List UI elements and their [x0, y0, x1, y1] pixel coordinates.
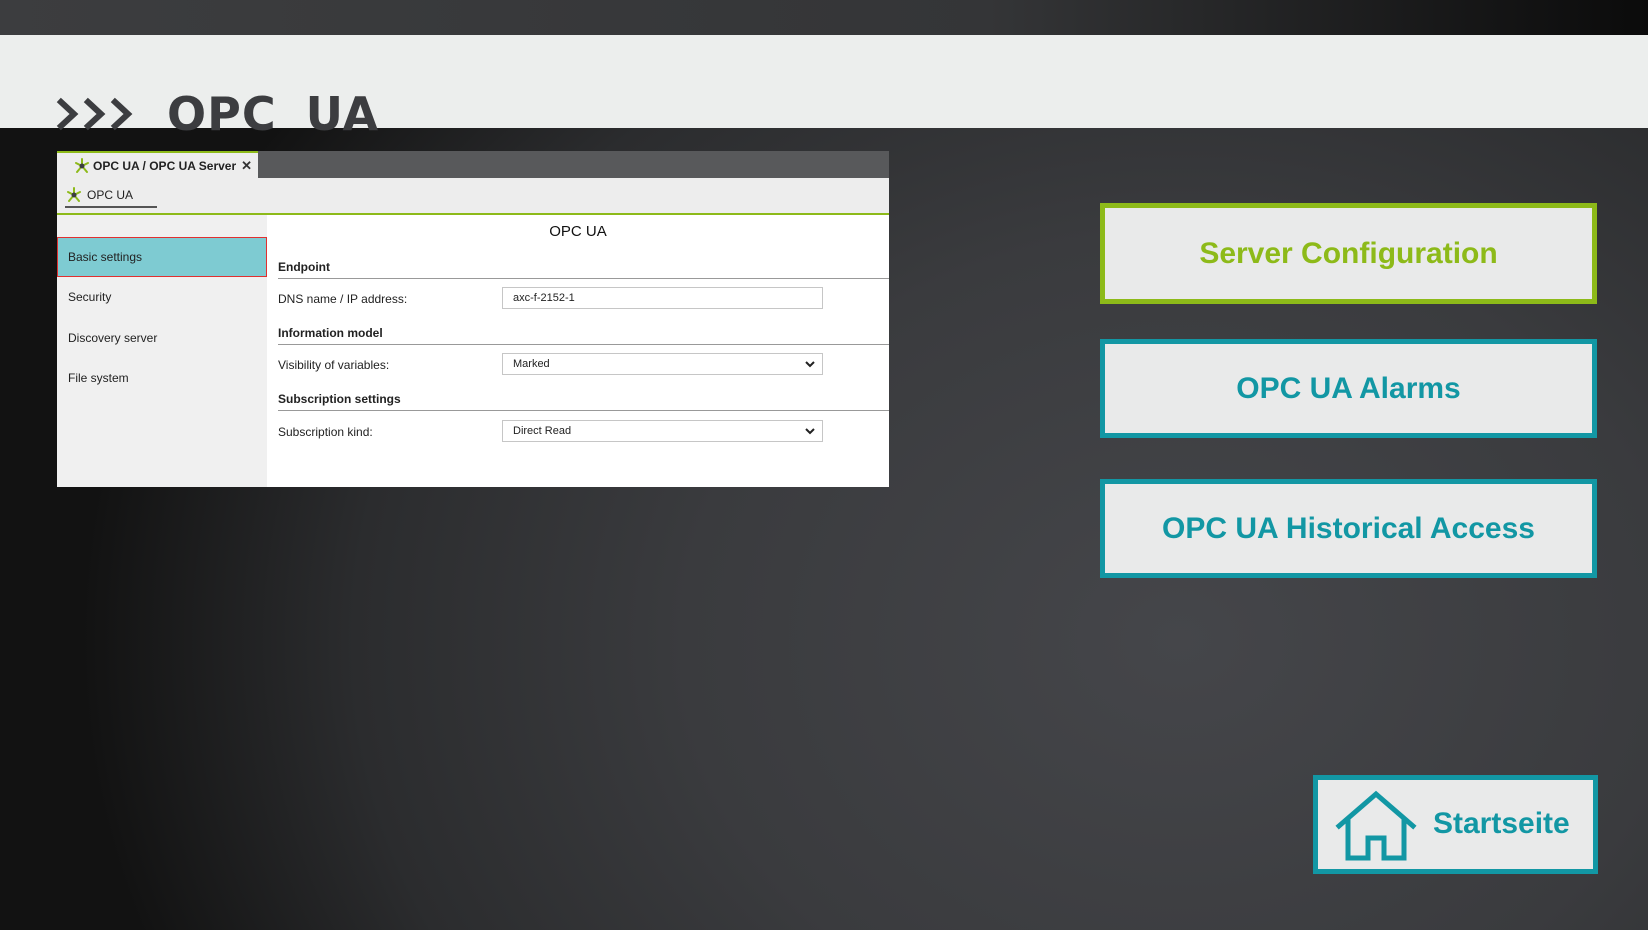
- server-configuration-label: Server Configuration: [1199, 236, 1498, 270]
- close-icon: ✕: [241, 158, 252, 173]
- visibility-select: Marked: [502, 353, 823, 375]
- sidebar-item-basic-settings: Basic settings: [57, 237, 267, 277]
- subscription-kind-select: Direct Read: [502, 420, 823, 442]
- dns-name-field: axc-f-2152-1: [502, 287, 823, 309]
- opc-ua-star-icon: [75, 157, 89, 173]
- section-endpoint: Endpoint: [278, 260, 889, 279]
- editor-toolbar: OPC UA: [57, 178, 889, 215]
- dns-name-value: axc-f-2152-1: [513, 292, 575, 304]
- visibility-value: Marked: [513, 358, 550, 370]
- opc-ua-alarms-label: OPC UA Alarms: [1236, 371, 1461, 405]
- opc-ua-alarms-button[interactable]: OPC UA Alarms: [1100, 339, 1597, 438]
- toolbar-item-label: OPC UA: [87, 188, 134, 202]
- opc-ua-historical-access-label: OPC UA Historical Access: [1162, 511, 1535, 545]
- opc-ua-historical-access-button[interactable]: OPC UA Historical Access: [1100, 479, 1597, 578]
- section-subscription-settings: Subscription settings: [278, 392, 889, 411]
- dns-name-label: DNS name / IP address:: [278, 292, 408, 306]
- sidebar-item-file-system: File system: [68, 371, 129, 385]
- subscription-kind-label: Subscription kind:: [278, 425, 373, 439]
- page-title: OPC UA: [167, 87, 380, 141]
- sidebar-item-discovery-server: Discovery server: [68, 331, 158, 345]
- editor-tab-label: OPC UA / OPC UA Server: [93, 158, 237, 173]
- opc-ua-star-icon: [67, 187, 81, 202]
- sidebar-item-security: Security: [68, 290, 112, 304]
- server-configuration-button[interactable]: Server Configuration: [1100, 203, 1597, 304]
- opc-ua-server-screenshot: OPC UA / OPC UA Server ✕ OPC UA Basic se…: [57, 151, 889, 487]
- startseite-button[interactable]: Startseite: [1313, 775, 1598, 874]
- chevron-down-icon: [805, 361, 815, 368]
- house-icon: [1335, 790, 1417, 861]
- top-bar: [0, 0, 1648, 35]
- settings-sidebar: Basic settings Security Discovery server…: [57, 215, 267, 487]
- toolbar-item-opc-ua: OPC UA: [65, 184, 157, 208]
- visibility-label: Visibility of variables:: [278, 358, 390, 372]
- startseite-label: Startseite: [1433, 807, 1570, 840]
- title-bar: OPC UA: [0, 35, 1648, 141]
- triple-chevron-right-icon: [56, 97, 133, 131]
- subscription-kind-value: Direct Read: [513, 425, 572, 437]
- section-information-model: Information model: [278, 326, 889, 345]
- chevron-down-icon: [805, 428, 815, 435]
- settings-heading: OPC UA: [549, 223, 607, 240]
- editor-tab-opc-ua-server: OPC UA / OPC UA Server ✕: [57, 151, 258, 178]
- editor-tab-bar: OPC UA / OPC UA Server ✕: [57, 151, 889, 178]
